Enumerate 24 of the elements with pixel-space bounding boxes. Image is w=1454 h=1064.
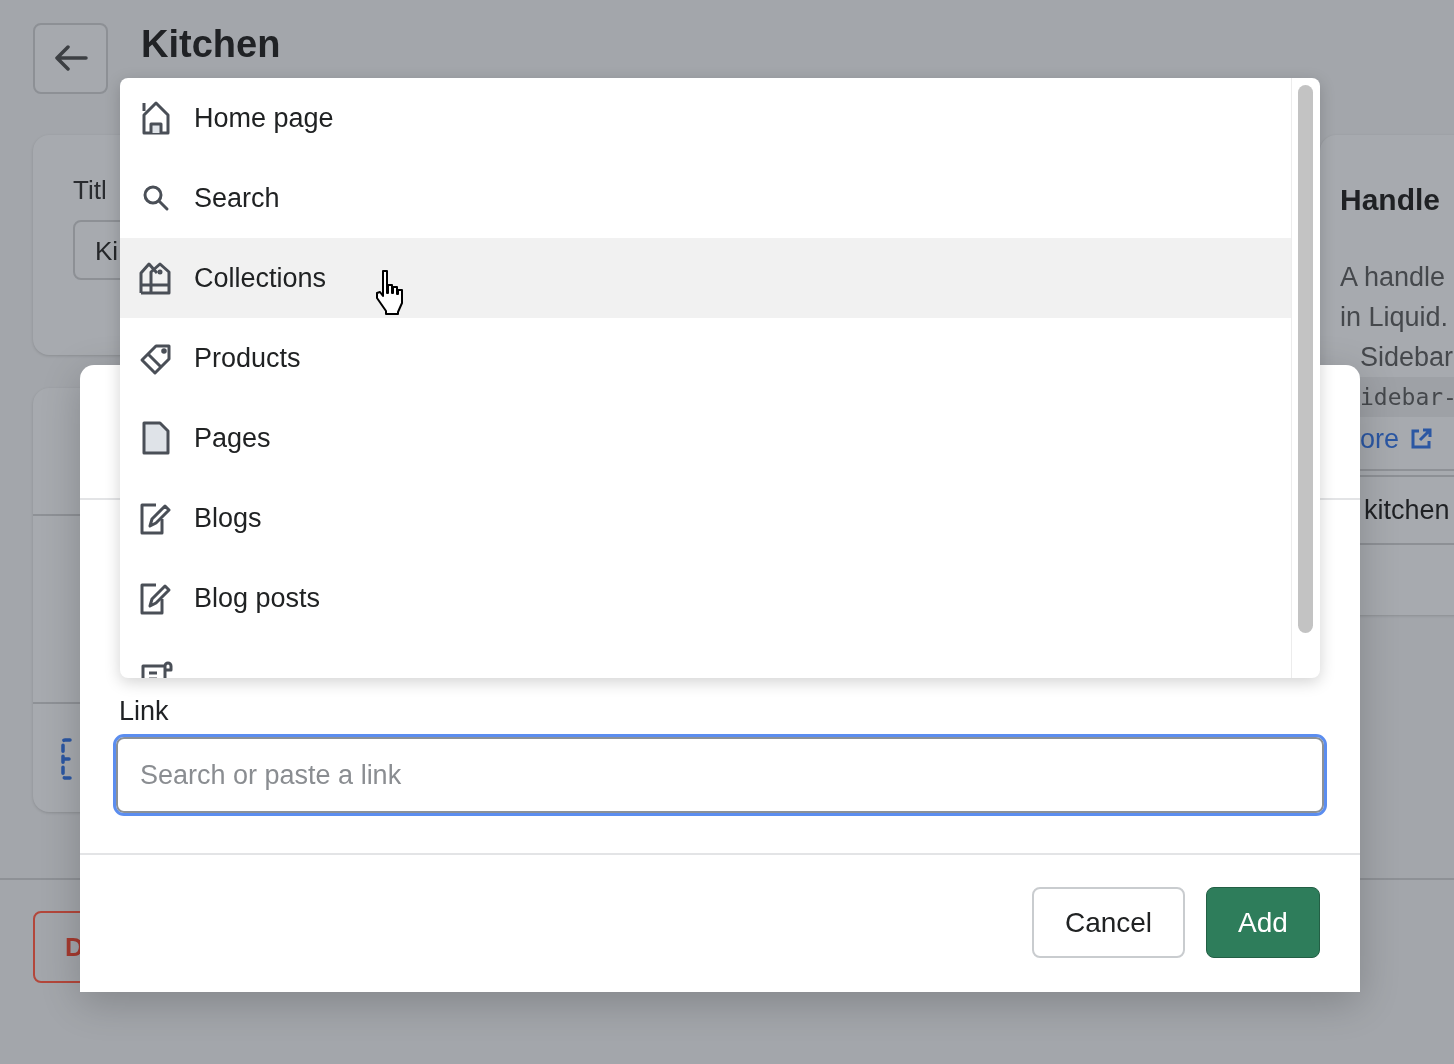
title-label: Titl bbox=[73, 175, 107, 206]
cancel-button[interactable]: Cancel bbox=[1032, 887, 1185, 958]
external-link-icon bbox=[1409, 427, 1434, 451]
code-text: idebar- bbox=[1360, 377, 1454, 417]
collections-icon bbox=[138, 260, 174, 296]
menu-item[interactable]: Home page bbox=[120, 78, 1291, 158]
menu-item[interactable]: Blog posts bbox=[120, 558, 1291, 638]
menu-item[interactable]: Pages bbox=[120, 398, 1291, 478]
page-title: Kitchen bbox=[141, 22, 281, 66]
menu-item[interactable]: Blogs bbox=[120, 478, 1291, 558]
menu-item[interactable]: Products bbox=[120, 318, 1291, 398]
back-button[interactable] bbox=[33, 22, 108, 94]
description-line: A handle bbox=[1340, 261, 1447, 294]
add-button[interactable]: Add bbox=[1206, 887, 1320, 958]
add-item-icon bbox=[61, 738, 75, 780]
handle-heading: Handle bbox=[1340, 183, 1442, 217]
menu-item[interactable]: Search bbox=[120, 158, 1291, 238]
description-line: Sidebar bbox=[1359, 341, 1454, 374]
scrollbar-thumb[interactable] bbox=[1298, 85, 1313, 633]
link-input[interactable]: Search or paste a link bbox=[116, 737, 1324, 813]
menu-item[interactable]: Collections bbox=[120, 238, 1291, 318]
description-line: in Liquid. bbox=[1340, 301, 1450, 334]
back-arrow-icon bbox=[53, 45, 88, 71]
link-label: Link bbox=[119, 696, 170, 727]
